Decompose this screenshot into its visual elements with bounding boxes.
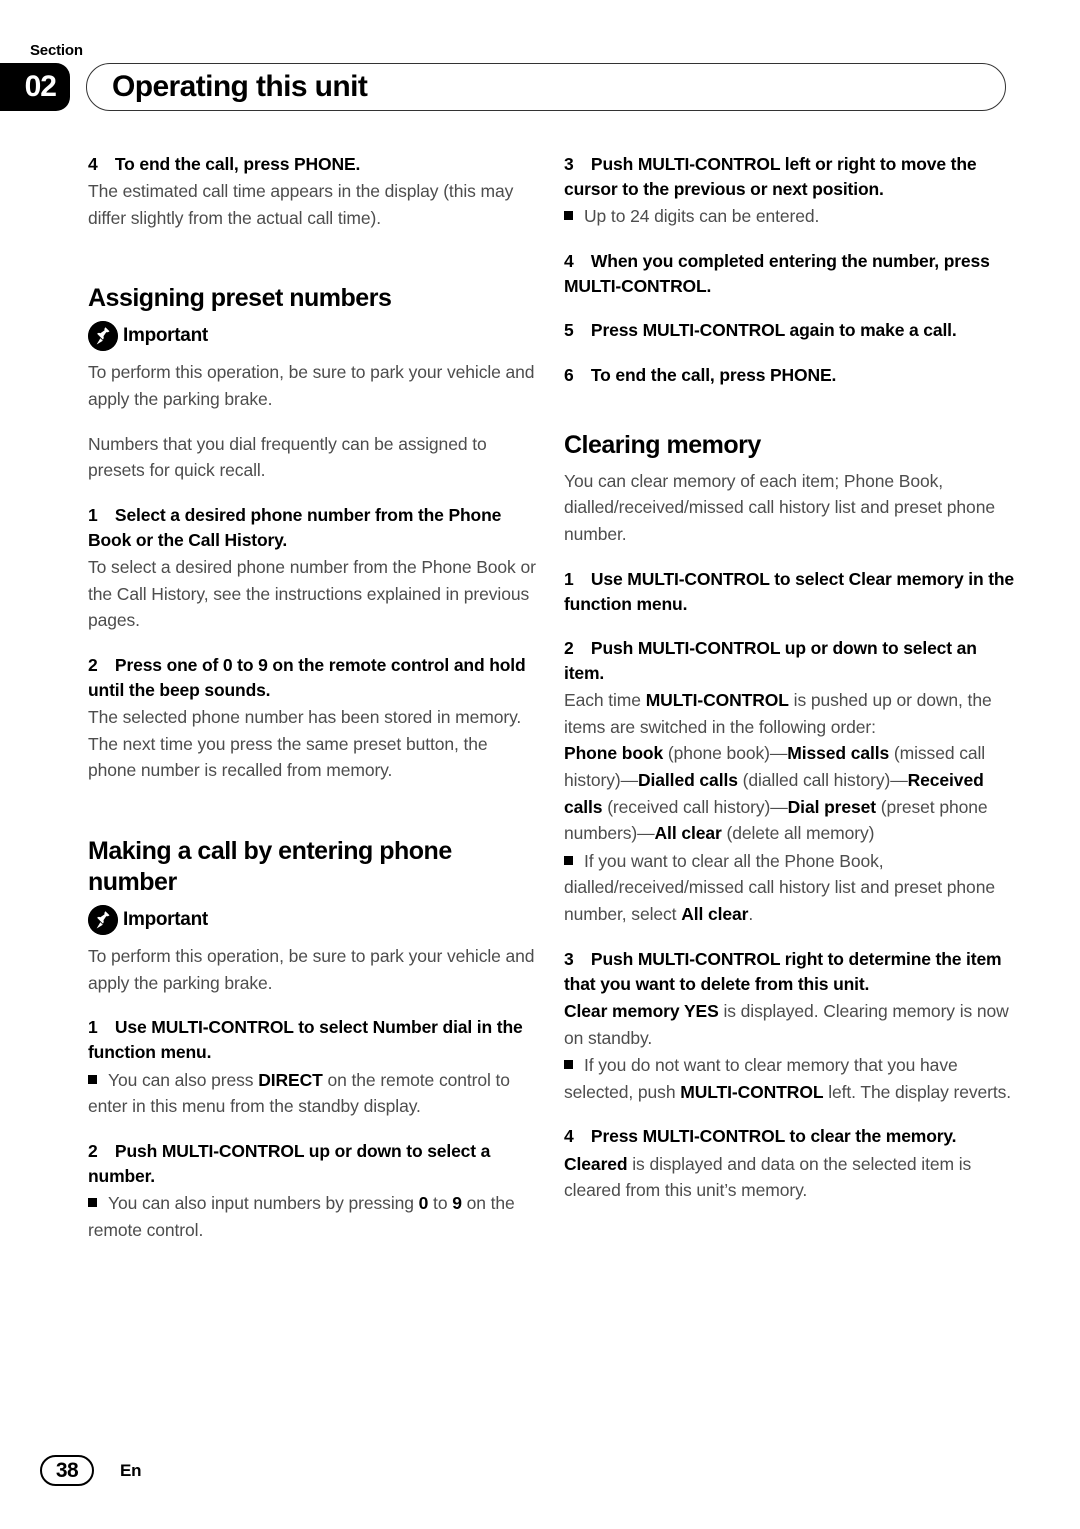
right-column: 3 Push MULTI-CONTROL left or right to mo…: [564, 152, 1016, 1204]
step-end-call-6: 6 To end the call, press PHONE.: [564, 364, 837, 385]
bullet-select-all-clear: If you want to clear all the Phone Book,…: [564, 848, 1016, 928]
order-item-received-calls-desc: (received call history)—: [602, 796, 788, 817]
order-item-dialled-calls-desc: (dialled call history)—: [737, 770, 908, 791]
step-use-multicontrol-1: 1 Use MULTI-CONTROL to select Number dia…: [88, 1017, 523, 1063]
intro-presets: Numbers that you dial frequently can be …: [88, 433, 487, 481]
step-clear-use-multicontrol-1: 1 Use MULTI-CONTROL to select Clear memo…: [564, 568, 1015, 614]
page-number: 38: [40, 1455, 94, 1486]
bullet-all-clear-text-c: .: [748, 904, 754, 924]
step-push-right-determine-3: 3 Push MULTI-CONTROL right to determine …: [564, 948, 1002, 994]
important-body-2: To perform this operation, be sure to pa…: [88, 946, 535, 993]
section-label: Section: [30, 42, 83, 59]
bullet-square-icon: [564, 211, 573, 221]
left-column: 4 To end the call, press PHONE. The esti…: [88, 152, 540, 1243]
bullet-square-icon: [88, 1074, 97, 1084]
bullet-revert-text-c: left. The display reverts.: [823, 1081, 1012, 1102]
section-number-badge: 02: [0, 63, 70, 111]
switch-order-keyword: MULTI-CONTROL: [645, 690, 789, 711]
step-end-call-4-body: The estimated call time appears in the d…: [88, 181, 514, 228]
important-label-2: Important: [123, 909, 208, 931]
heading-making-a-call: Making a call by entering phone number: [88, 837, 452, 897]
page-header: Section 02 Operating this unit: [0, 0, 1080, 120]
bullet-input-text-a: You can also input numbers by pressing: [108, 1193, 419, 1214]
bullet-input-key-9: 9: [452, 1193, 462, 1214]
order-item-phone-book: Phone book: [564, 743, 664, 764]
bullet-square-icon: [88, 1198, 97, 1208]
bullet-direct-button: You can also press DIRECT on the remote …: [88, 1067, 540, 1120]
step-clear-push-multicontrol-2: 2 Push MULTI-CONTROL up or down to selec…: [564, 637, 977, 684]
bullet-direct-keyword: DIRECT: [258, 1069, 323, 1090]
important-notice-1: Important: [88, 321, 540, 352]
bullet-input-numbers: You can also input numbers by pressing 0…: [88, 1190, 540, 1243]
heading-assigning-preset-numbers: Assigning preset numbers: [88, 284, 392, 313]
step-3-body: Clear memory YES is displayed. Clearing …: [564, 998, 1016, 1051]
bullet-input-text-c: to: [428, 1193, 453, 1214]
switch-order-intro-a: Each time: [564, 690, 646, 711]
bullet-max-digits: Up to 24 digits can be entered.: [564, 203, 1016, 230]
order-item-missed-calls: Missed calls: [787, 743, 890, 764]
step-press-preset-2-body: The selected phone number has been store…: [88, 707, 522, 781]
step-press-preset-2: 2 Press one of 0 to 9 on the remote cont…: [88, 654, 526, 701]
bullet-max-digits-text: Up to 24 digits can be entered.: [584, 206, 820, 227]
cleared-label: Cleared: [564, 1153, 628, 1174]
page-footer: 38 En: [40, 1455, 142, 1486]
step-push-multicontrol-2: 2 Push MULTI-CONTROL up or down to selec…: [88, 1140, 491, 1186]
important-label-1: Important: [123, 325, 208, 347]
bullet-all-clear-keyword: All clear: [681, 904, 749, 924]
step-push-cursor-3: 3 Push MULTI-CONTROL left or right to mo…: [564, 154, 977, 200]
order-item-all-clear: All clear: [654, 823, 722, 844]
step-select-number-1: 1 Select a desired phone number from the…: [88, 504, 502, 550]
order-item-all-clear-desc: (delete all memory): [721, 823, 875, 844]
step-select-number-1-body: To select a desired phone number from th…: [88, 557, 536, 631]
step-completed-entering-4: 4 When you completed entering the number…: [564, 250, 990, 297]
order-item-dialled-calls: Dialled calls: [637, 770, 738, 791]
clear-memory-yes-label: Clear memory YES: [564, 1000, 719, 1021]
step-press-multicontrol-clear-4: 4 Press MULTI-CONTROL to clear the memor…: [564, 1126, 957, 1147]
important-notice-2: Important: [88, 905, 540, 936]
step-end-call-4: 4 To end the call, press PHONE.: [88, 154, 361, 174]
bullet-revert-display: If you do not want to clear memory that …: [564, 1052, 1016, 1105]
order-item-phone-book-desc: (phone book)—: [663, 743, 788, 764]
switch-order-intro: Each time MULTI-CONTROL is pushed up or …: [564, 687, 1016, 740]
bullet-input-key-0: 0: [418, 1193, 429, 1214]
bullet-square-icon: [564, 855, 573, 865]
heading-clearing-memory: Clearing memory: [564, 430, 761, 459]
pushpin-icon: [88, 321, 118, 352]
important-body-1: To perform this operation, be sure to pa…: [88, 362, 535, 409]
order-item-dial-preset: Dial preset: [787, 796, 877, 817]
bullet-square-icon: [564, 1060, 573, 1070]
language-code: En: [120, 1460, 142, 1480]
switch-order-list: Phone book (phone book)—Missed calls (mi…: [564, 740, 1016, 846]
step-4-body: Cleared is displayed and data on the sel…: [564, 1151, 1016, 1204]
page-title: Operating this unit: [112, 70, 368, 103]
pushpin-icon: [88, 905, 118, 936]
bullet-all-clear-text-a: If you want to clear all the Phone Book,…: [564, 850, 995, 924]
bullet-revert-keyword: MULTI-CONTROL: [680, 1081, 824, 1102]
step-press-again-5: 5 Press MULTI-CONTROL again to make a ca…: [564, 320, 957, 341]
bullet-direct-text-a: You can also press: [108, 1069, 259, 1090]
clearing-memory-body: You can clear memory of each item; Phone…: [564, 470, 995, 544]
